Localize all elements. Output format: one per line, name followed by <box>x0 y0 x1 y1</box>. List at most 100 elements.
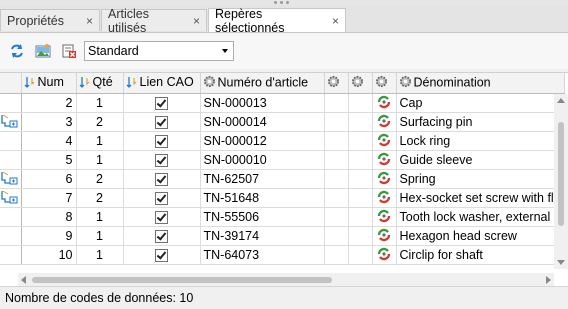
cad-link-checkbox[interactable] <box>155 249 168 263</box>
picture-icon[interactable] <box>34 42 52 60</box>
cell-denomination: Lock ring <box>396 131 565 151</box>
cell-num: 10 <box>21 245 77 265</box>
cell-empty <box>348 131 373 151</box>
table-row[interactable]: 6 2 TN-62507 Spring <box>0 169 565 189</box>
cell-article-number: SN-000010 <box>200 150 325 170</box>
vertical-scrollbar[interactable] <box>554 94 568 269</box>
table-row[interactable]: 3 2 SN-000014 Surfacing pin <box>0 112 565 132</box>
linked-item-icon[interactable] <box>1 171 19 188</box>
table-row[interactable]: 7 2 TN-51648 Hex-socket set screw with fla <box>0 188 565 208</box>
row-indicator[interactable] <box>0 169 22 189</box>
row-indicator <box>0 131 22 151</box>
row-indicator <box>0 226 22 246</box>
cell-num: 6 <box>21 169 77 189</box>
cell-lien-cao <box>123 112 201 132</box>
scroll-left-icon[interactable] <box>21 276 26 284</box>
header-row: Num Qté Lien CAO Numéro d'article Dénomi… <box>0 73 565 94</box>
close-icon[interactable]: × <box>332 14 339 28</box>
header-lien-cao[interactable]: Lien CAO <box>123 73 201 94</box>
header-denomination[interactable]: Dénomination <box>396 73 565 94</box>
scroll-down-icon[interactable] <box>557 260 565 265</box>
cell-qte: 1 <box>76 150 124 170</box>
scroll-thumb[interactable] <box>32 277 332 283</box>
cad-link-checkbox[interactable] <box>155 192 168 206</box>
grip-dots <box>274 1 294 4</box>
header-gear-2[interactable] <box>348 73 373 94</box>
cell-article-number: TN-62507 <box>200 169 325 189</box>
workflow-status-icon[interactable] <box>377 95 391 112</box>
cell-lien-cao <box>123 150 201 170</box>
tab-label: Articles utilisés <box>108 6 149 35</box>
header-gear-1[interactable] <box>324 73 349 94</box>
table-body: 2 1 SN-000013 Cap 3 2 SN-000014 Surfacing pin 4 1… <box>0 93 565 265</box>
cad-link-checkbox[interactable] <box>155 173 168 187</box>
workflow-status-icon[interactable] <box>377 228 391 245</box>
cell-num: 2 <box>21 93 77 113</box>
cell-denomination: Spring <box>396 169 565 189</box>
header-numero-article[interactable]: Numéro d'article <box>200 73 325 94</box>
cell-qte: 1 <box>76 131 124 151</box>
view-select[interactable]: Standard <box>84 41 234 61</box>
cell-article-number: SN-000013 <box>200 93 325 113</box>
row-indicator <box>0 150 22 170</box>
table-row[interactable]: 2 1 SN-000013 Cap <box>0 93 565 113</box>
workflow-status-icon[interactable] <box>377 190 391 207</box>
cell-empty <box>324 150 349 170</box>
workflow-status-icon[interactable] <box>377 114 391 131</box>
references-table: Num Qté Lien CAO Numéro d'article Dénomi… <box>0 73 565 265</box>
row-indicator[interactable] <box>0 112 22 132</box>
tab-articles-utilises[interactable]: Articles utilisés × <box>101 7 207 35</box>
row-indicator <box>0 93 22 113</box>
cell-status <box>372 226 397 246</box>
cad-link-checkbox[interactable] <box>155 230 168 244</box>
linked-item-icon[interactable] <box>1 114 19 131</box>
header-qte[interactable]: Qté <box>76 73 124 94</box>
workflow-status-icon[interactable] <box>377 152 391 169</box>
workflow-status-icon[interactable] <box>377 247 391 264</box>
cad-link-checkbox[interactable] <box>155 211 168 225</box>
close-icon[interactable]: × <box>86 14 93 28</box>
cell-status <box>372 150 397 170</box>
table-row[interactable]: 9 1 TN-39174 Hexagon head screw <box>0 226 565 246</box>
close-icon[interactable]: × <box>193 14 200 28</box>
row-indicator[interactable] <box>0 188 22 208</box>
scroll-up-icon[interactable] <box>557 98 565 103</box>
cad-link-checkbox[interactable] <box>155 116 168 130</box>
cell-denomination: Hexagon head screw <box>396 226 565 246</box>
cell-empty <box>324 169 349 189</box>
table-row[interactable]: 10 1 TN-64073 Circlip for shaft <box>0 245 565 265</box>
cell-article-number: SN-000014 <box>200 112 325 132</box>
scroll-right-icon[interactable] <box>546 276 551 284</box>
cell-lien-cao <box>123 169 201 189</box>
tab-label: Repères sélectionnés <box>215 6 285 35</box>
delete-list-icon[interactable] <box>60 42 78 60</box>
linked-item-icon[interactable] <box>1 190 19 207</box>
header-label: Qté <box>92 75 113 90</box>
cad-link-checkbox[interactable] <box>155 154 168 168</box>
table-row[interactable]: 5 1 SN-000010 Guide sleeve <box>0 150 565 170</box>
scroll-thumb[interactable] <box>558 122 564 226</box>
header-gear-3[interactable] <box>372 73 397 94</box>
cell-denomination: Guide sleeve <box>396 150 565 170</box>
cell-num: 3 <box>21 112 77 132</box>
header-label: Lien CAO <box>139 75 194 90</box>
tab-reperes-selectionnes[interactable]: Repères sélectionnés × <box>208 6 346 35</box>
gear-icon <box>375 75 388 91</box>
refresh-icon[interactable] <box>8 42 26 60</box>
header-num[interactable]: Num <box>21 73 77 94</box>
cad-link-checkbox[interactable] <box>155 135 168 149</box>
workflow-status-icon[interactable] <box>377 209 391 226</box>
cad-link-checkbox[interactable] <box>155 97 168 111</box>
references-grid: Num Qté Lien CAO Numéro d'article Dénomi… <box>0 72 568 287</box>
gear-icon <box>351 75 364 91</box>
cell-denomination: Circlip for shaft <box>396 245 565 265</box>
tab-proprietes[interactable]: Propriétés × <box>0 9 100 31</box>
table-row[interactable]: 4 1 SN-000012 Lock ring <box>0 131 565 151</box>
workflow-status-icon[interactable] <box>377 133 391 150</box>
horizontal-scrollbar[interactable] <box>18 273 554 287</box>
cell-num: 9 <box>21 226 77 246</box>
workflow-status-icon[interactable] <box>377 171 391 188</box>
sort-icon <box>79 76 91 91</box>
table-row[interactable]: 8 1 TN-55506 Tooth lock washer, external t <box>0 207 565 227</box>
cell-qte: 1 <box>76 245 124 265</box>
